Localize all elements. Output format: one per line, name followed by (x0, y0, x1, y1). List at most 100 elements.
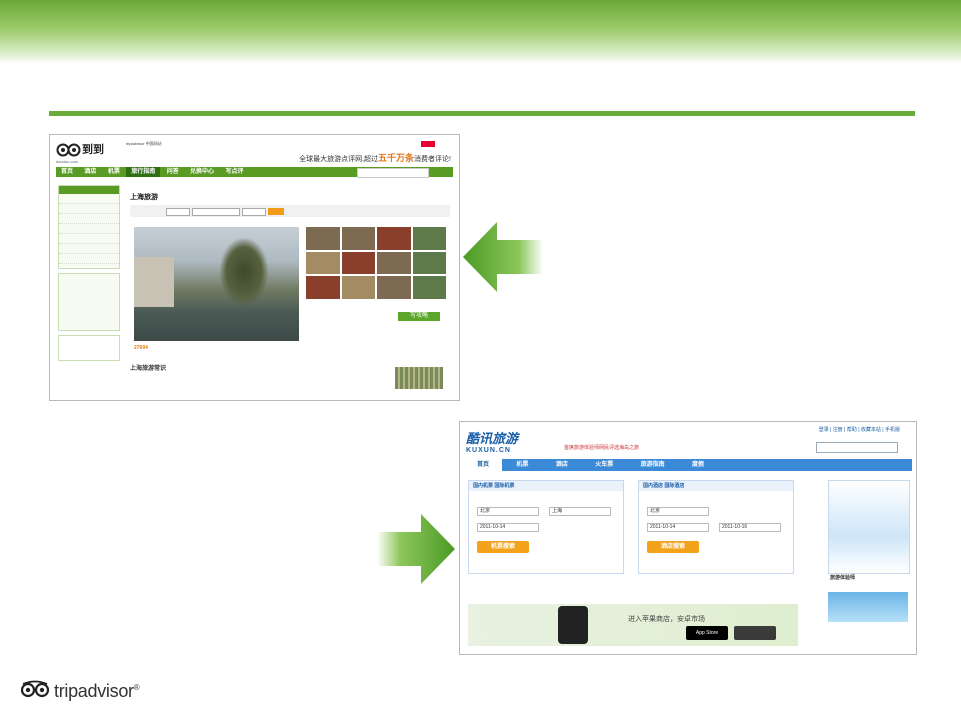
daodao-nav-item[interactable]: 酒店 (79, 167, 101, 177)
photo-count: 27694 (134, 345, 148, 351)
kuxun-nav-item[interactable]: 度假 (679, 459, 717, 471)
daodao-header: 到到 daodao.com tripadvisor 中国网站 全球最大旅游点评网… (50, 135, 459, 166)
photo-tree (219, 237, 269, 307)
daodao-sidebar (58, 185, 120, 385)
right-arrow-icon (377, 514, 455, 584)
daodao-logo-sub: daodao.com (56, 159, 79, 164)
slogan-highlight: 五千万条 (378, 153, 415, 163)
kuxun-nav-item-active[interactable]: 首页 (464, 459, 503, 471)
hotel-tabs[interactable]: 国内酒店 国际酒店 (639, 481, 793, 491)
sidebar-experts (58, 273, 120, 331)
daodao-logo-text: 到到 (82, 144, 104, 156)
daodao-slogan: 全球最大旅游点评网,超过五千万条消费者评论! (299, 151, 451, 164)
daodao-nav-item[interactable]: 首页 (56, 167, 78, 177)
sidebar-line[interactable] (59, 214, 119, 224)
hotel-checkin-field[interactable]: 2011-10-14 (647, 523, 709, 532)
daodao-nav-item[interactable]: 写点评 (220, 167, 248, 177)
kuxun-nav-item[interactable]: 酒店 (543, 459, 581, 471)
sidebar-line[interactable] (59, 224, 119, 234)
books-image (395, 367, 443, 389)
kuxun-right-title: 旅游体验师 (830, 575, 856, 581)
title-rule (49, 111, 915, 116)
flight-date-field[interactable]: 2011-10-14 (477, 523, 539, 532)
quick-filter-bar (130, 205, 450, 217)
daodao-partner: tripadvisor 中国网站 (126, 141, 162, 146)
daodao-main-photo[interactable] (134, 227, 299, 341)
app-store-button[interactable]: App Store (686, 626, 728, 640)
sidebar-menu-title (59, 186, 119, 194)
sidebar-line[interactable] (59, 234, 119, 244)
thumbnail[interactable] (306, 251, 340, 275)
tripadvisor-logo: tripadvisor® (20, 678, 140, 701)
thumbnail[interactable] (341, 227, 375, 250)
kuxun-logo: 酷讯旅游 KUXUN.CN (466, 428, 518, 454)
kuxun-nav-item[interactable]: 旅游指南 (628, 459, 678, 471)
thumbnail[interactable] (412, 251, 446, 275)
slogan-suffix: 消费者评论! (414, 156, 451, 163)
sidebar-ad (58, 335, 120, 361)
hotel-checkout-field[interactable]: 2011-10-16 (719, 523, 781, 532)
sidebar-line[interactable] (59, 254, 119, 264)
flight-search-panel: 国内机票 国际机票 北京 上海 2011-10-14 机票搜索 (468, 480, 624, 574)
kuxun-right-ad[interactable] (828, 480, 910, 574)
flight-to-field[interactable]: 上海 (549, 507, 611, 516)
brand-wordmark: tripadvisor (54, 680, 134, 701)
kuxun-logo-sub: KUXUN.CN (466, 447, 511, 454)
kuxun-top-links[interactable]: 登录 | 注册 | 帮助 | 收藏本站 | 手机版 (819, 426, 900, 433)
daodao-nav-item[interactable]: 问答 (162, 167, 184, 177)
filter-select[interactable] (242, 208, 266, 216)
owl-eyes-icon (20, 680, 50, 698)
daodao-page-title: 上海旅游 (130, 194, 158, 201)
kuxun-nav-item[interactable]: 火车票 (582, 459, 626, 471)
thumbnail[interactable] (341, 276, 375, 299)
thumbnail[interactable] (306, 227, 340, 250)
filter-select[interactable] (166, 208, 190, 216)
left-arrow-icon (463, 222, 543, 292)
sidebar-line[interactable] (59, 204, 119, 214)
kuxun-screenshot: 酷讯旅游 KUXUN.CN 首席旅游体验师网民评选海岛之旅 登录 | 注册 | … (459, 421, 917, 655)
phone-image (558, 606, 588, 644)
flight-search-button[interactable]: 机票搜索 (477, 541, 529, 553)
filter-select[interactable] (192, 208, 240, 216)
daodao-section-title: 上海旅游常识 (130, 366, 167, 372)
daodao-nav-item[interactable]: 机票 (103, 167, 125, 177)
daodao-search-input[interactable] (357, 168, 429, 178)
sidebar-line[interactable] (59, 244, 119, 254)
thumbnail[interactable] (341, 251, 375, 275)
sidebar-menu (58, 185, 120, 269)
daodao-screenshot: 到到 daodao.com tripadvisor 中国网站 全球最大旅游点评网… (49, 134, 460, 401)
thumbnail[interactable] (412, 227, 446, 250)
brand-name: tripadvisor® (54, 678, 140, 701)
daodao-badge (421, 141, 435, 147)
kuxun-search-input[interactable] (816, 442, 898, 453)
header-band (0, 0, 961, 64)
thumbnail[interactable] (306, 276, 340, 299)
kuxun-nav-item[interactable]: 机票 (503, 459, 541, 471)
kuxun-feature-strip (468, 576, 798, 600)
photo-count-value: 27694 (134, 345, 148, 351)
hotel-search-panel: 国内酒店 国际酒店 北京 2011-10-14 2011-10-16 酒店搜索 (638, 480, 794, 574)
thumbnail[interactable] (377, 251, 411, 275)
thumbnail[interactable] (377, 227, 411, 250)
flight-from-field[interactable]: 北京 (477, 507, 539, 516)
write-strategy-button[interactable]: 写攻略 (398, 312, 440, 321)
kuxun-tagline[interactable]: 首席旅游体验师网民评选海岛之旅 (564, 444, 639, 451)
brand-trademark: ® (133, 682, 140, 692)
hotel-city-field[interactable]: 北京 (647, 507, 709, 516)
filter-button[interactable] (268, 208, 284, 215)
flight-tabs[interactable]: 国内机票 国际机票 (469, 481, 623, 491)
hotel-search-button[interactable]: 酒店搜索 (647, 541, 699, 553)
kuxun-logo-text: 酷讯旅游 (466, 431, 519, 446)
daodao-nav-item[interactable]: 兑换中心 (185, 167, 219, 177)
kuxun-island-ad[interactable] (828, 592, 908, 622)
thumbnail[interactable] (377, 276, 411, 299)
thumbnail[interactable] (412, 276, 446, 299)
sidebar-line[interactable] (59, 194, 119, 204)
daodao-nav-item-active[interactable]: 旅行指南 (126, 167, 161, 177)
photo-house (134, 257, 174, 307)
daodao-thumbnail-grid (306, 227, 446, 299)
kuxun-nav: 首页 机票 酒店 火车票 旅游指南 度假 (464, 459, 912, 471)
slogan-prefix: 全球最大旅游点评网,超过 (299, 156, 379, 163)
kuxun-app-promo[interactable]: 进入苹果商店，安卓市场 App Store (468, 604, 798, 646)
android-market-button[interactable] (734, 626, 776, 640)
